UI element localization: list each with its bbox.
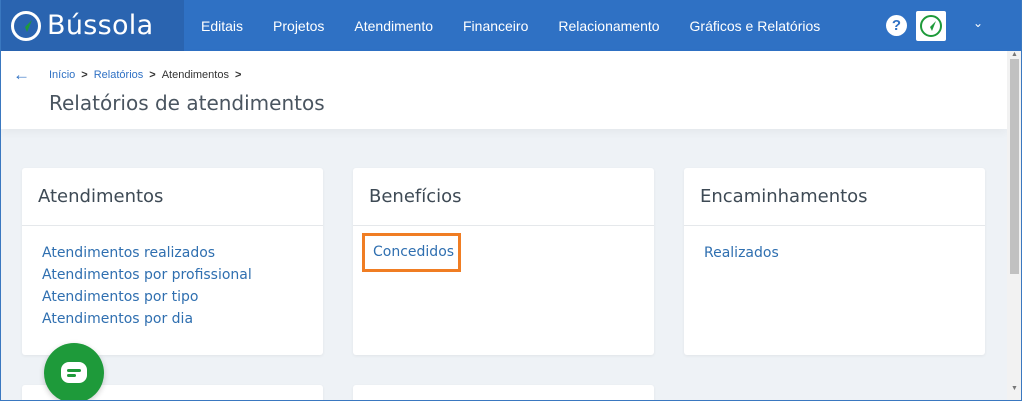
breadcrumb-separator: > (234, 69, 242, 81)
top-navbar: Bússola Editais Projetos Atendimento Fin… (1, 0, 1021, 51)
chat-button[interactable] (44, 343, 104, 400)
link-atendimentos-por-tipo[interactable]: Atendimentos por tipo (42, 286, 323, 308)
nav-editais[interactable]: Editais (201, 18, 243, 34)
scroll-up-icon[interactable]: ▲ (1010, 51, 1019, 59)
back-arrow-icon[interactable]: ← (13, 65, 30, 85)
page-header: ← Início > Relatórios > Atendimentos > R… (1, 51, 1007, 129)
nav-financeiro[interactable]: Financeiro (463, 18, 528, 34)
chat-icon (61, 362, 87, 383)
card-title: Atendimentos (22, 168, 323, 226)
card-title: Encaminhamentos (684, 168, 985, 226)
breadcrumb: Início > Relatórios > Atendimentos > (49, 69, 247, 81)
card-encaminhamentos: Encaminhamentos Realizados (684, 168, 985, 355)
user-avatar[interactable] (916, 11, 946, 41)
brand[interactable]: Bússola (1, 0, 184, 51)
vertical-scrollbar[interactable]: ▲ ▼ (1007, 51, 1021, 400)
link-atendimentos-por-dia[interactable]: Atendimentos por dia (42, 308, 323, 330)
nav-projetos[interactable]: Projetos (273, 18, 324, 34)
nav-relacionamento[interactable]: Relacionamento (558, 18, 659, 34)
chevron-down-icon[interactable]: ⌄ (973, 16, 983, 30)
breadcrumb-atendimentos: Atendimentos (161, 69, 229, 81)
card-atendimentos: Atendimentos Atendimentos realizados Ate… (22, 168, 323, 355)
card-partial (353, 385, 654, 400)
card-title: Benefícios (353, 168, 654, 226)
page-title: Relatórios de atendimentos (49, 91, 325, 115)
compass-avatar-icon (920, 15, 942, 37)
help-icon[interactable]: ? (886, 15, 907, 36)
card-links: Atendimentos realizados Atendimentos por… (22, 226, 323, 330)
app-window: Bússola Editais Projetos Atendimento Fin… (0, 0, 1022, 401)
breadcrumb-separator: > (149, 69, 156, 81)
link-realizados[interactable]: Realizados (704, 242, 985, 264)
nav-graficos-relatorios[interactable]: Gráficos e Relatórios (690, 18, 821, 34)
breadcrumb-separator: > (81, 69, 88, 81)
link-atendimentos-realizados[interactable]: Atendimentos realizados (42, 242, 323, 264)
nav-atendimento[interactable]: Atendimento (354, 18, 433, 34)
link-concedidos[interactable]: Concedidos (373, 244, 454, 260)
scroll-down-icon[interactable]: ▼ (1010, 385, 1019, 393)
main-nav: Editais Projetos Atendimento Financeiro … (201, 0, 850, 51)
scroll-thumb[interactable] (1010, 59, 1019, 274)
breadcrumb-relatorios[interactable]: Relatórios (94, 69, 144, 81)
breadcrumb-inicio[interactable]: Início (49, 69, 75, 81)
app-name: Bússola (47, 10, 154, 41)
link-atendimentos-por-profissional[interactable]: Atendimentos por profissional (42, 264, 323, 286)
compass-logo-icon (11, 10, 41, 41)
card-links: Realizados (684, 226, 985, 264)
